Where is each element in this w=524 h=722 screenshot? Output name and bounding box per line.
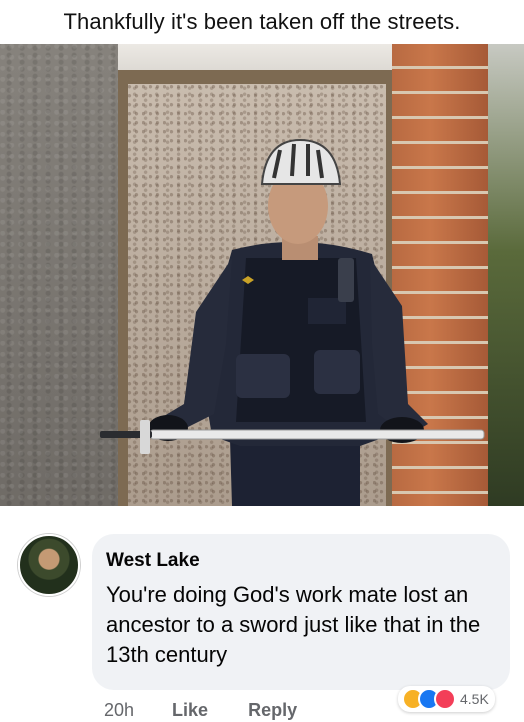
meme-caption: Thankfully it's been taken off the stree… xyxy=(63,9,461,34)
love-icon xyxy=(434,688,456,710)
like-button[interactable]: Like xyxy=(172,700,208,721)
comment-timestamp[interactable]: 20h xyxy=(104,700,134,721)
reaction-count: 4.5K xyxy=(460,691,489,707)
comment-bubble: West Lake You're doing God's work mate l… xyxy=(92,534,510,690)
reply-button[interactable]: Reply xyxy=(248,700,297,721)
comment-author[interactable]: West Lake xyxy=(106,550,200,572)
reaction-summary[interactable]: 4.5K xyxy=(398,686,495,712)
police-officer-photo xyxy=(0,44,524,506)
comment-actions: 20h Like Reply xyxy=(104,698,297,722)
facebook-comment: West Lake You're doing God's work mate l… xyxy=(0,506,524,720)
avatar[interactable] xyxy=(18,534,80,596)
comment-text: You're doing God's work mate lost an anc… xyxy=(106,582,481,667)
officer-figure xyxy=(100,138,485,506)
